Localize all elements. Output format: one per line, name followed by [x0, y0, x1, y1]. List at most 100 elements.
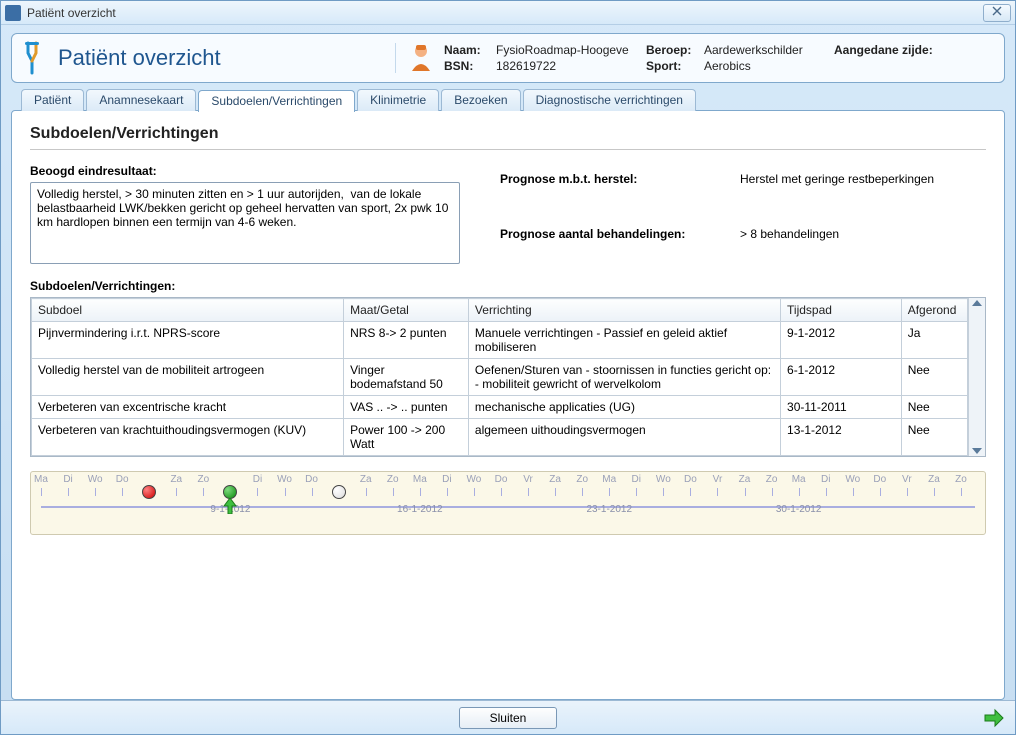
timeline-day-label: Vr	[902, 474, 912, 485]
cell-afg: Ja	[901, 322, 968, 359]
bsn-label: BSN:	[444, 59, 496, 73]
prognose-herstel-label: Prognose m.b.t. herstel:	[500, 172, 740, 213]
cell-verrichting: algemeen uithoudingsvermogen	[468, 419, 780, 456]
patient-info: Naam: FysioRoadmap-Hoogeve Beroep: Aarde…	[444, 43, 994, 73]
table-header-row: Subdoel Maat/Getal Verrichting Tijdspad …	[32, 299, 968, 322]
cell-afg: Nee	[901, 419, 968, 456]
timeline-day-label: Za	[739, 474, 751, 485]
cell-tijd: 9-1-2012	[781, 322, 902, 359]
timeline-day-label: Vr	[713, 474, 723, 485]
zijde-value	[954, 43, 994, 57]
timeline-day-label: Za	[170, 474, 182, 485]
tab-patient[interactable]: Patiënt	[21, 89, 84, 111]
table-row[interactable]: Pijnvermindering i.r.t. NPRS-scoreNRS 8-…	[32, 322, 968, 359]
cell-verrichting: Manuele verrichtingen - Passief en gelei…	[468, 322, 780, 359]
naam-label: Naam:	[444, 43, 496, 57]
timeline-current-arrow	[222, 498, 238, 517]
cell-maat: VAS .. -> .. punten	[344, 396, 469, 419]
cell-tijd: 13-1-2012	[781, 419, 902, 456]
close-icon	[991, 5, 1003, 17]
zijde-label: Aangedane zijde:	[834, 43, 954, 57]
tab-subdoelen-verrichtingen[interactable]: Subdoelen/Verrichtingen	[198, 90, 355, 112]
eindresultaat-label: Beoogd eindresultaat:	[30, 164, 460, 178]
window-close-button[interactable]	[983, 4, 1011, 22]
patient-overzicht-window: Patiënt overzicht Patiënt overzicht	[0, 0, 1016, 735]
th-verrichting[interactable]: Verrichting	[468, 299, 780, 322]
tab-klinimetrie[interactable]: Klinimetrie	[357, 89, 439, 111]
header-panel: Patiënt overzicht Naam: FysioRoadmap-Hoo…	[11, 33, 1005, 83]
timeline-day-label: Do	[684, 474, 697, 485]
table-row[interactable]: Verbeteren van excentrische krachtVAS ..…	[32, 396, 968, 419]
timeline-day-label: Wo	[845, 474, 860, 485]
subdoelen-list-label: Subdoelen/Verrichtingen:	[30, 279, 986, 293]
scroll-up-icon[interactable]	[972, 300, 982, 306]
timeline-day-label: Zo	[198, 474, 210, 485]
cell-maat: Power 100 -> 200 Watt	[344, 419, 469, 456]
timeline-day-label: Zo	[766, 474, 778, 485]
bsn-value: 182619722	[496, 59, 646, 73]
sport-value: Aerobics	[704, 59, 834, 73]
cell-maat: Vinger bodemafstand 50	[344, 359, 469, 396]
next-button[interactable]	[983, 707, 1005, 732]
section-title: Subdoelen/Verrichtingen	[30, 125, 986, 150]
person-icon	[408, 43, 434, 73]
tab-body: Subdoelen/Verrichtingen Beoogd eindresul…	[11, 110, 1005, 700]
prognose-aantal-value: > 8 behandelingen	[740, 227, 934, 268]
footer: Sluiten	[1, 700, 1015, 734]
naam-value: FysioRoadmap-Hoogeve	[496, 43, 646, 57]
th-tijdspad[interactable]: Tijdspad	[781, 299, 902, 322]
timeline-day-label: Ma	[792, 474, 806, 485]
timeline-day-label: Vr	[523, 474, 533, 485]
timeline-date-label: 30-1-2012	[776, 504, 822, 515]
timeline-day-label: Wo	[277, 474, 292, 485]
timeline-day-label: Ma	[413, 474, 427, 485]
cell-afg: Nee	[901, 396, 968, 419]
timeline-day-label: Di	[63, 474, 72, 485]
timeline-marker-red[interactable]	[142, 485, 156, 499]
cell-afg: Nee	[901, 359, 968, 396]
sport-label: Sport:	[646, 59, 704, 73]
th-subdoel[interactable]: Subdoel	[32, 299, 344, 322]
timeline-day-label: Zo	[387, 474, 399, 485]
timeline-day-label: Do	[873, 474, 886, 485]
timeline-day-label: Wo	[467, 474, 482, 485]
scroll-down-icon[interactable]	[972, 448, 982, 454]
table-scrollbar[interactable]	[968, 298, 985, 456]
subdoelen-table: Subdoel Maat/Getal Verrichting Tijdspad …	[30, 297, 986, 457]
cell-verrichting: mechanische applicaties (UG)	[468, 396, 780, 419]
table-row[interactable]: Verbeteren van krachtuithoudingsvermogen…	[32, 419, 968, 456]
crutch-icon	[22, 41, 48, 75]
timeline-panel: MaDiWoDoZaZoDiWoDoZaZoMaDiWoDoVrZaZoMaDi…	[30, 471, 986, 535]
timeline-day-label: Ma	[602, 474, 616, 485]
timeline-marker-green[interactable]	[223, 485, 237, 499]
th-maat[interactable]: Maat/Getal	[344, 299, 469, 322]
tab-bezoeken[interactable]: Bezoeken	[441, 89, 520, 111]
cell-tijd: 30-11-2011	[781, 396, 902, 419]
cell-tijd: 6-1-2012	[781, 359, 902, 396]
timeline-date-label: 16-1-2012	[397, 504, 443, 515]
table-row[interactable]: Volledig herstel van de mobiliteit artro…	[32, 359, 968, 396]
cell-subdoel: Verbeteren van excentrische kracht	[32, 396, 344, 419]
eindresultaat-box[interactable]	[30, 182, 460, 264]
th-afgerond[interactable]: Afgerond	[901, 299, 968, 322]
app-icon	[5, 5, 21, 21]
tab-anamnesekaart[interactable]: Anamnesekaart	[86, 89, 196, 111]
prognose-herstel-value: Herstel met geringe restbeperkingen	[740, 172, 934, 213]
tab-bar: Patiënt Anamnesekaart Subdoelen/Verricht…	[11, 89, 1005, 111]
timeline-track[interactable]: MaDiWoDoZaZoDiWoDoZaZoMaDiWoDoVrZaZoMaDi…	[41, 486, 975, 508]
page-title: Patiënt overzicht	[58, 45, 221, 71]
timeline-marker-white[interactable]	[332, 485, 346, 499]
cell-subdoel: Pijnvermindering i.r.t. NPRS-score	[32, 322, 344, 359]
sluiten-button[interactable]: Sluiten	[459, 707, 558, 729]
beroep-value: Aardewerkschilder	[704, 43, 834, 57]
timeline-day-label: Do	[116, 474, 129, 485]
timeline-day-label: Zo	[955, 474, 967, 485]
window-title: Patiënt overzicht	[27, 6, 983, 20]
cell-subdoel: Verbeteren van krachtuithoudingsvermogen…	[32, 419, 344, 456]
timeline-day-label: Di	[442, 474, 451, 485]
tab-diagnostische-verrichtingen[interactable]: Diagnostische verrichtingen	[523, 89, 696, 111]
timeline-day-label: Do	[495, 474, 508, 485]
timeline-day-label: Di	[632, 474, 641, 485]
arrow-up-icon	[222, 498, 238, 514]
titlebar: Patiënt overzicht	[1, 1, 1015, 25]
